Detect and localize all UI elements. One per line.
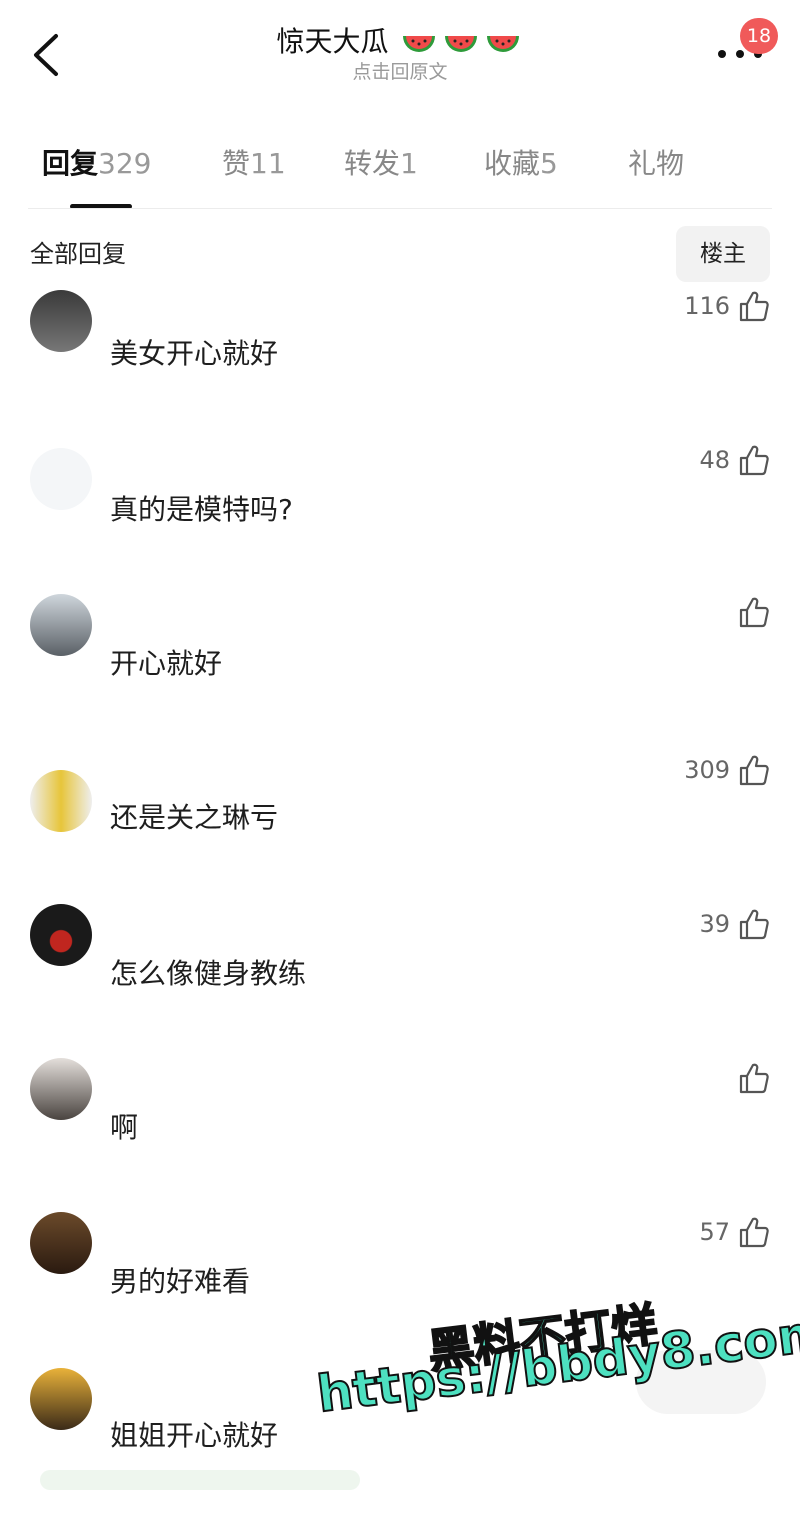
all-replies-label: 全部回复 bbox=[30, 240, 126, 268]
avatar[interactable] bbox=[30, 904, 92, 966]
thumbs-up-icon bbox=[739, 755, 769, 786]
like-control[interactable] bbox=[730, 592, 770, 632]
comment-text: 姐姐开心就好 bbox=[110, 1419, 279, 1452]
comment-text: 还是关之琳亏 bbox=[110, 801, 279, 834]
notification-badge: 18 bbox=[740, 18, 778, 54]
reply-input-bar[interactable] bbox=[40, 1470, 360, 1490]
like-count: 57 bbox=[699, 1218, 730, 1246]
watermelon-icon bbox=[403, 36, 520, 52]
comment-text: 怎么像健身教练 bbox=[110, 957, 307, 990]
like-count: 39 bbox=[699, 910, 730, 938]
tab-divider bbox=[28, 208, 772, 209]
avatar[interactable] bbox=[30, 290, 92, 352]
watermark: 黑料不打烊 https://bbdy8.com bbox=[310, 1296, 800, 1466]
page-title: 惊天大瓜 bbox=[0, 22, 800, 62]
comment-item[interactable]: 还是关之琳亏 309 bbox=[0, 750, 800, 900]
comment-item[interactable]: 真的是模特吗? 48 bbox=[0, 440, 800, 590]
like-control[interactable]: 48 bbox=[699, 440, 770, 480]
comment-text: 真的是模特吗? bbox=[110, 493, 293, 526]
tab-reposts[interactable]: 转发1 bbox=[344, 140, 418, 188]
thumbs-up-icon bbox=[739, 1217, 769, 1248]
comment-item[interactable]: 怎么像健身教练 39 bbox=[0, 904, 800, 1054]
tab-likes[interactable]: 赞11 bbox=[222, 140, 286, 188]
like-control[interactable]: 116 bbox=[684, 286, 770, 326]
tab-favorites[interactable]: 收藏5 bbox=[484, 140, 558, 188]
title-block[interactable]: 惊天大瓜 点击回原文 bbox=[0, 22, 800, 84]
comment-item[interactable]: 开心就好 bbox=[0, 594, 800, 744]
like-control[interactable]: 39 bbox=[699, 904, 770, 944]
tab-favorites-count: 5 bbox=[540, 147, 558, 180]
comment-item[interactable]: 啊 bbox=[0, 1058, 800, 1208]
top-bar: 惊天大瓜 点击回原文 18 bbox=[0, 0, 800, 110]
thumbs-up-icon bbox=[739, 909, 769, 940]
tab-favorites-label: 收藏 bbox=[484, 147, 541, 180]
tab-replies-count: 329 bbox=[98, 147, 152, 180]
like-count: 116 bbox=[684, 292, 730, 320]
like-control[interactable]: 57 bbox=[699, 1212, 770, 1252]
avatar[interactable] bbox=[30, 1368, 92, 1430]
tab-bar: 回复329 赞11 转发1 收藏5 礼物 bbox=[0, 140, 800, 190]
tab-reposts-count: 1 bbox=[400, 147, 418, 180]
like-count: 48 bbox=[699, 446, 730, 474]
like-control[interactable]: 309 bbox=[684, 750, 770, 790]
comment-text: 男的好难看 bbox=[110, 1265, 251, 1298]
avatar[interactable] bbox=[30, 1212, 92, 1274]
comment-text: 啊 bbox=[110, 1111, 139, 1144]
avatar[interactable] bbox=[30, 448, 92, 510]
avatar[interactable] bbox=[30, 770, 92, 832]
thumbs-up-icon bbox=[739, 597, 769, 628]
page-title-text: 惊天大瓜 bbox=[276, 25, 389, 58]
tab-likes-label: 赞 bbox=[222, 147, 251, 180]
comment-text: 开心就好 bbox=[110, 647, 223, 680]
tab-gifts[interactable]: 礼物 bbox=[628, 140, 684, 188]
thumbs-up-icon bbox=[739, 1063, 769, 1094]
tab-gifts-label: 礼物 bbox=[628, 147, 685, 180]
tab-likes-count: 11 bbox=[250, 147, 286, 180]
tab-replies[interactable]: 回复329 bbox=[42, 140, 151, 188]
thumbs-up-icon bbox=[739, 291, 769, 322]
comment-text: 美女开心就好 bbox=[110, 337, 279, 370]
thumbs-up-icon bbox=[739, 445, 769, 476]
avatar[interactable] bbox=[30, 1058, 92, 1120]
like-count: 309 bbox=[684, 756, 730, 784]
comment-item[interactable]: 美女开心就好 116 bbox=[0, 290, 800, 440]
avatar[interactable] bbox=[30, 594, 92, 656]
like-control[interactable] bbox=[730, 1058, 770, 1098]
tab-replies-label: 回复 bbox=[42, 147, 99, 180]
tab-reposts-label: 转发 bbox=[344, 147, 401, 180]
owner-only-button[interactable]: 楼主 bbox=[676, 226, 770, 282]
back-to-original-link[interactable]: 点击回原文 bbox=[0, 60, 800, 84]
